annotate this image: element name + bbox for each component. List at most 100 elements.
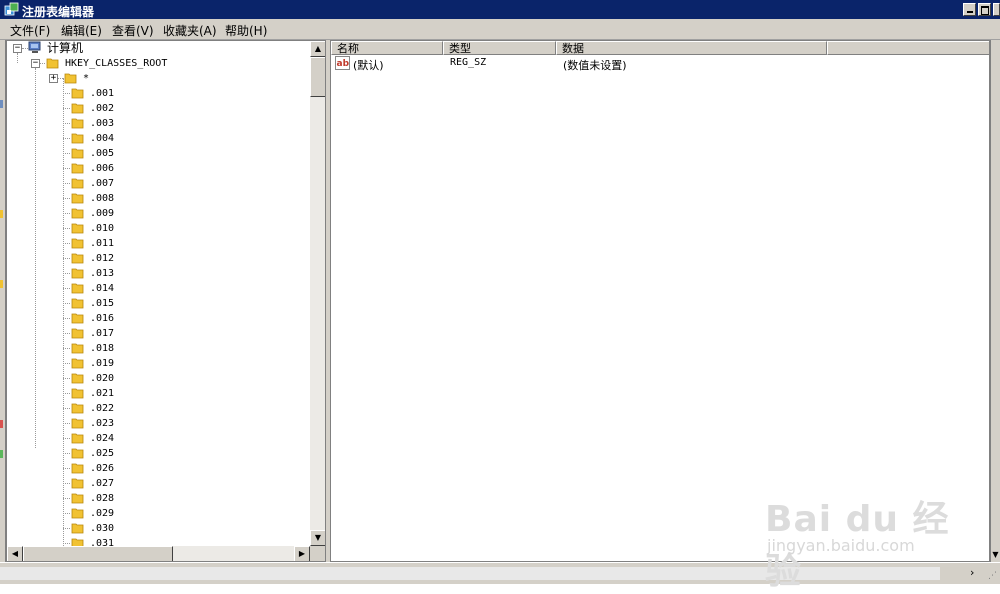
tree-node-key[interactable]: .014 bbox=[7, 281, 307, 296]
tree-label-key: .014 bbox=[90, 283, 115, 294]
tree-node-key[interactable]: .031 bbox=[7, 536, 307, 546]
window-title: 注册表编辑器 bbox=[22, 5, 95, 19]
tree-node-key[interactable]: .029 bbox=[7, 506, 307, 521]
regedit-icon bbox=[4, 2, 19, 16]
tree-node-key[interactable]: .030 bbox=[7, 521, 307, 536]
tree-label-key: .019 bbox=[90, 358, 115, 369]
column-type[interactable]: 类型 bbox=[443, 41, 556, 55]
folder-icon bbox=[71, 253, 84, 264]
scroll-right-icon[interactable]: ▶ bbox=[294, 546, 310, 561]
tree-label-key: .030 bbox=[90, 523, 115, 534]
folder-icon bbox=[71, 418, 84, 429]
tree-node-key[interactable]: .013 bbox=[7, 266, 307, 281]
tree-label-key: .015 bbox=[90, 298, 115, 309]
tree-node-key[interactable]: .003 bbox=[7, 116, 307, 131]
tree-node-key[interactable]: .022 bbox=[7, 401, 307, 416]
folder-open-icon bbox=[46, 58, 59, 69]
folder-icon bbox=[71, 88, 84, 99]
tree-label-key: .024 bbox=[90, 433, 115, 444]
folder-icon bbox=[71, 433, 84, 444]
tree-node-key[interactable]: .021 bbox=[7, 386, 307, 401]
tree-label-key: .004 bbox=[90, 133, 115, 144]
tree-node-key[interactable]: .028 bbox=[7, 491, 307, 506]
scroll-thumb[interactable] bbox=[23, 546, 173, 561]
tree-label-key: .013 bbox=[90, 268, 115, 279]
scroll-up-icon[interactable]: ▲ bbox=[310, 41, 325, 57]
collapse-icon[interactable]: − bbox=[13, 44, 22, 53]
tree-node-key[interactable]: .011 bbox=[7, 236, 307, 251]
tree-label-key: .005 bbox=[90, 148, 115, 159]
tree-node-hkcr[interactable]: − HKEY_CLASSES_ROOT bbox=[7, 53, 307, 71]
tree-horizontal-scrollbar[interactable]: ◀ ▶ bbox=[7, 546, 310, 561]
folder-icon bbox=[71, 223, 84, 234]
baidu-watermark: Bai du 经验 jingyan.baidu.com bbox=[765, 470, 975, 592]
tree-node-key[interactable]: .008 bbox=[7, 191, 307, 206]
column-data[interactable]: 数据 bbox=[556, 41, 827, 55]
expand-icon[interactable]: + bbox=[49, 74, 58, 83]
menu-file[interactable]: 文件(F) bbox=[10, 22, 50, 39]
tree-node-key[interactable]: .007 bbox=[7, 176, 307, 191]
tree-node-key[interactable]: .026 bbox=[7, 461, 307, 476]
tree-vertical-scrollbar[interactable]: ▲ ▼ bbox=[310, 41, 325, 546]
collapse-icon[interactable]: − bbox=[31, 59, 40, 68]
key-tree: − 计算机 − HKEY_CLASSES_ROOT + * .001 .002 … bbox=[7, 41, 310, 546]
tree-node-key[interactable]: .019 bbox=[7, 356, 307, 371]
menu-edit[interactable]: 编辑(E) bbox=[61, 22, 102, 39]
folder-icon bbox=[71, 238, 84, 249]
tree-node-key[interactable]: .025 bbox=[7, 446, 307, 461]
column-name[interactable]: 名称 bbox=[331, 41, 443, 55]
tree-node-key[interactable]: .020 bbox=[7, 371, 307, 386]
tree-label-key: .003 bbox=[90, 118, 115, 129]
scroll-left-icon[interactable]: ◀ bbox=[7, 546, 23, 561]
tree-node-key[interactable]: .012 bbox=[7, 251, 307, 266]
tree-node-key[interactable]: .006 bbox=[7, 161, 307, 176]
tree-label-key: .020 bbox=[90, 373, 115, 384]
tree-node-key[interactable]: .009 bbox=[7, 206, 307, 221]
tree-label-key: .010 bbox=[90, 223, 115, 234]
tree-node-key[interactable]: .017 bbox=[7, 326, 307, 341]
tree-label-hkcr: HKEY_CLASSES_ROOT bbox=[65, 58, 168, 69]
scroll-down-icon[interactable]: ▼ bbox=[310, 530, 325, 546]
resize-grip-icon[interactable]: ⋰ bbox=[988, 571, 997, 581]
folder-icon bbox=[71, 148, 84, 159]
menu-favorites[interactable]: 收藏夹(A) bbox=[163, 22, 217, 39]
tree-node-key[interactable]: .001 bbox=[7, 86, 307, 101]
tree-label-key: .009 bbox=[90, 208, 115, 219]
maximize-button[interactable] bbox=[978, 3, 991, 16]
menu-view[interactable]: 查看(V) bbox=[112, 22, 154, 39]
tree-node-key[interactable]: .002 bbox=[7, 101, 307, 116]
folder-icon bbox=[71, 328, 84, 339]
list-header: 名称 类型 数据 bbox=[331, 41, 989, 55]
tree-label-key: .012 bbox=[90, 253, 115, 264]
tree-label-star: * bbox=[83, 73, 90, 84]
tree-node-key[interactable]: .018 bbox=[7, 341, 307, 356]
folder-icon bbox=[71, 493, 84, 504]
value-row[interactable]: ab (默认) REG_SZ (数值未设置) bbox=[331, 56, 989, 72]
tree-node-key[interactable]: .004 bbox=[7, 131, 307, 146]
close-button[interactable] bbox=[993, 3, 1000, 16]
minimize-button[interactable] bbox=[963, 3, 976, 16]
column-filler bbox=[827, 41, 989, 55]
tree-node-key[interactable]: .015 bbox=[7, 296, 307, 311]
tree-node-star[interactable]: + * bbox=[7, 68, 307, 448]
right-window-edge: ▼ bbox=[990, 40, 1000, 562]
tree-node-key[interactable]: .023 bbox=[7, 416, 307, 431]
tree-node-computer[interactable]: − 计算机 bbox=[7, 41, 307, 56]
tree-node-key[interactable]: .016 bbox=[7, 311, 307, 326]
tree-label-key: .011 bbox=[90, 238, 115, 249]
tree-node-key[interactable]: .024 bbox=[7, 431, 307, 446]
tree-label-key: .021 bbox=[90, 388, 115, 399]
tree-label-key: .006 bbox=[90, 163, 115, 174]
svg-text:ab: ab bbox=[337, 59, 350, 69]
folder-icon bbox=[71, 343, 84, 354]
folder-icon bbox=[71, 388, 84, 399]
folder-icon bbox=[71, 373, 84, 384]
tree-label-key: .007 bbox=[90, 178, 115, 189]
tree-node-key[interactable]: .005 bbox=[7, 146, 307, 161]
key-tree-pane[interactable]: − 计算机 − HKEY_CLASSES_ROOT + * .001 .002 … bbox=[6, 40, 326, 562]
value-name: (默认) bbox=[353, 59, 384, 72]
tree-node-key[interactable]: .010 bbox=[7, 221, 307, 236]
tree-node-key[interactable]: .027 bbox=[7, 476, 307, 491]
scroll-thumb[interactable] bbox=[310, 57, 325, 97]
menu-help[interactable]: 帮助(H) bbox=[225, 22, 267, 39]
